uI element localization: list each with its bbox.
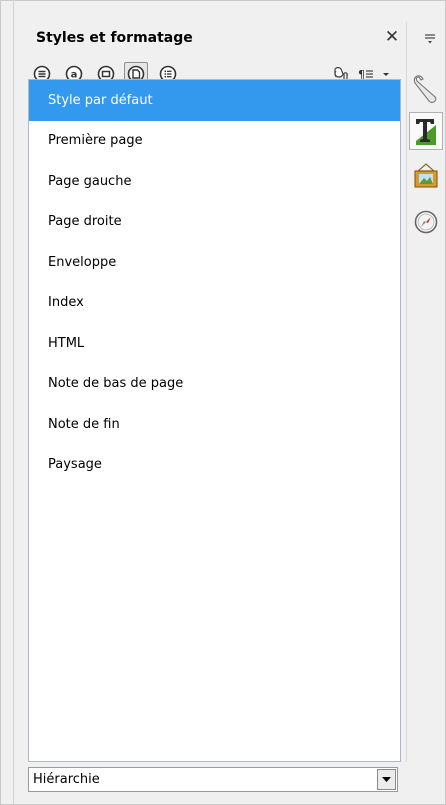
style-item-landscape[interactable]: Paysage: [29, 445, 400, 486]
sidebar-styles-button[interactable]: [409, 112, 443, 150]
styles-icon: [416, 119, 436, 145]
left-edge-divider: [13, 0, 14, 805]
navigator-icon: [414, 210, 438, 234]
styles-list[interactable]: Style par défaut Première page Page gauc…: [28, 79, 401, 762]
sidebar-divider: [406, 22, 407, 762]
sidebar-properties-button[interactable]: [410, 72, 442, 108]
style-item-envelope[interactable]: Enveloppe: [29, 242, 400, 283]
panel-title: Styles et formatage: [36, 30, 193, 46]
chevron-down-icon: [382, 776, 391, 782]
sidebar-menu-button[interactable]: [420, 28, 440, 48]
gallery-icon: [414, 163, 438, 188]
menu-icon: [425, 34, 435, 44]
style-filter-dropdown[interactable]: Hiérarchie: [28, 767, 398, 792]
style-item-endnote[interactable]: Note de fin: [29, 404, 400, 445]
sidebar-gallery-button[interactable]: [410, 158, 442, 194]
style-filter-value: Hiérarchie: [33, 772, 100, 787]
dropdown-arrow-button[interactable]: [377, 769, 396, 790]
sidebar-navigator-button[interactable]: [410, 204, 442, 240]
close-button[interactable]: ✕: [382, 27, 402, 47]
style-item-right-page[interactable]: Page droite: [29, 202, 400, 243]
style-item-index[interactable]: Index: [29, 283, 400, 324]
style-item-footnote[interactable]: Note de bas de page: [29, 364, 400, 405]
style-item-first-page[interactable]: Première page: [29, 121, 400, 162]
style-item-left-page[interactable]: Page gauche: [29, 161, 400, 202]
style-item-html[interactable]: HTML: [29, 323, 400, 364]
style-item-default[interactable]: Style par défaut: [29, 80, 400, 121]
properties-icon: [413, 75, 437, 104]
